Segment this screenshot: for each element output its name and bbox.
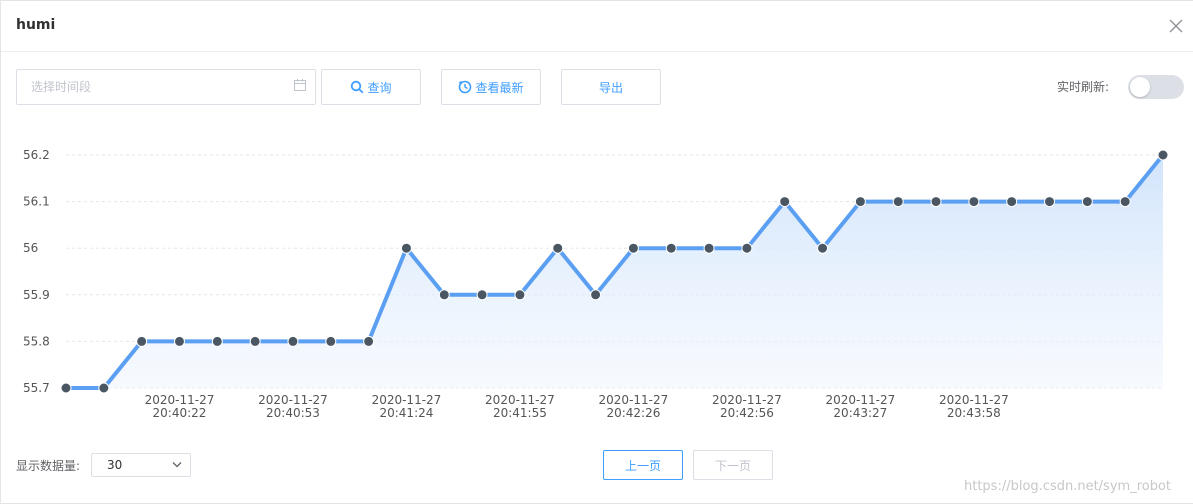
data-point[interactable] xyxy=(665,242,677,254)
chevron-down-icon xyxy=(172,462,182,468)
switch-knob xyxy=(1130,77,1150,97)
date-range-input[interactable] xyxy=(16,69,316,105)
y-tick-label: 56.1 xyxy=(23,195,50,209)
x-tick-time: 20:41:55 xyxy=(493,406,547,420)
dialog: humi 查询 查看最新 导出 实时刷新: xyxy=(0,0,1193,504)
data-point[interactable] xyxy=(552,242,564,254)
data-point[interactable] xyxy=(627,242,639,254)
x-tick-time: 20:42:56 xyxy=(720,406,774,420)
humidity-chart: 55.755.855.95656.156.2 2020-11-2720:40:2… xyxy=(23,148,1169,420)
data-count-label: 显示数据量: xyxy=(16,459,81,473)
x-tick-date: 2020-11-27 xyxy=(712,393,782,407)
export-label: 导出 xyxy=(598,80,623,95)
data-point[interactable] xyxy=(1081,196,1093,208)
data-point[interactable] xyxy=(363,335,375,347)
x-tick-time: 20:40:22 xyxy=(153,406,207,420)
data-point[interactable] xyxy=(590,289,602,301)
y-tick-label: 55.8 xyxy=(23,334,50,348)
data-point[interactable] xyxy=(438,289,450,301)
data-point[interactable] xyxy=(1044,196,1056,208)
dialog-header: humi xyxy=(1,1,1193,52)
data-count-select[interactable]: 30 xyxy=(91,453,191,477)
data-point[interactable] xyxy=(136,335,148,347)
calendar-icon xyxy=(294,79,306,91)
x-tick-date: 2020-11-27 xyxy=(258,393,328,407)
data-point[interactable] xyxy=(514,289,526,301)
data-point[interactable] xyxy=(476,289,488,301)
dialog-title: humi xyxy=(16,17,56,33)
y-tick-label: 55.7 xyxy=(23,381,50,395)
realtime-refresh-label: 实时刷新: xyxy=(1057,80,1110,94)
data-point[interactable] xyxy=(173,335,185,347)
x-tick-time: 20:40:53 xyxy=(266,406,320,420)
prev-page-button[interactable]: 上一页 xyxy=(603,450,683,480)
refresh-clock-icon xyxy=(459,80,472,94)
close-icon[interactable] xyxy=(1168,18,1184,34)
data-point[interactable] xyxy=(1119,196,1131,208)
y-tick-label: 55.9 xyxy=(23,288,50,302)
x-tick-date: 2020-11-27 xyxy=(939,393,1009,407)
data-point[interactable] xyxy=(211,335,223,347)
x-tick-date: 2020-11-27 xyxy=(145,393,215,407)
data-point[interactable] xyxy=(287,335,299,347)
view-latest-button[interactable]: 查看最新 xyxy=(441,69,541,105)
data-point[interactable] xyxy=(1006,196,1018,208)
y-tick-label: 56 xyxy=(23,241,38,255)
realtime-refresh-switch[interactable] xyxy=(1128,75,1184,99)
data-point[interactable] xyxy=(1157,149,1169,161)
view-latest-label: 查看最新 xyxy=(475,80,524,95)
query-button[interactable]: 查询 xyxy=(321,69,421,105)
data-point[interactable] xyxy=(968,196,980,208)
x-tick-time: 20:43:58 xyxy=(947,406,1001,420)
x-tick-time: 20:43:27 xyxy=(833,406,887,420)
data-point[interactable] xyxy=(817,242,829,254)
search-icon xyxy=(351,80,364,94)
x-tick-date: 2020-11-27 xyxy=(372,393,442,407)
next-page-label: 下一页 xyxy=(714,458,751,473)
data-point[interactable] xyxy=(892,196,904,208)
data-point[interactable] xyxy=(854,196,866,208)
next-page-button[interactable]: 下一页 xyxy=(693,450,773,480)
data-point[interactable] xyxy=(400,242,412,254)
y-tick-label: 56.2 xyxy=(23,148,50,162)
x-tick-date: 2020-11-27 xyxy=(826,393,896,407)
data-point[interactable] xyxy=(779,196,791,208)
prev-page-label: 上一页 xyxy=(624,458,661,473)
data-point[interactable] xyxy=(741,242,753,254)
x-tick-time: 20:42:26 xyxy=(606,406,660,420)
data-point[interactable] xyxy=(703,242,715,254)
data-point[interactable] xyxy=(60,382,72,394)
watermark: https://blog.csdn.net/sym_robot xyxy=(964,479,1172,494)
data-point[interactable] xyxy=(98,382,110,394)
x-tick-date: 2020-11-27 xyxy=(599,393,669,407)
data-point[interactable] xyxy=(930,196,942,208)
export-button[interactable]: 导出 xyxy=(561,69,661,105)
query-label: 查询 xyxy=(367,80,392,95)
x-tick-date: 2020-11-27 xyxy=(485,393,555,407)
x-tick-time: 20:41:24 xyxy=(379,406,433,420)
data-count-value: 30 xyxy=(107,458,123,472)
data-point[interactable] xyxy=(325,335,337,347)
data-point[interactable] xyxy=(249,335,261,347)
